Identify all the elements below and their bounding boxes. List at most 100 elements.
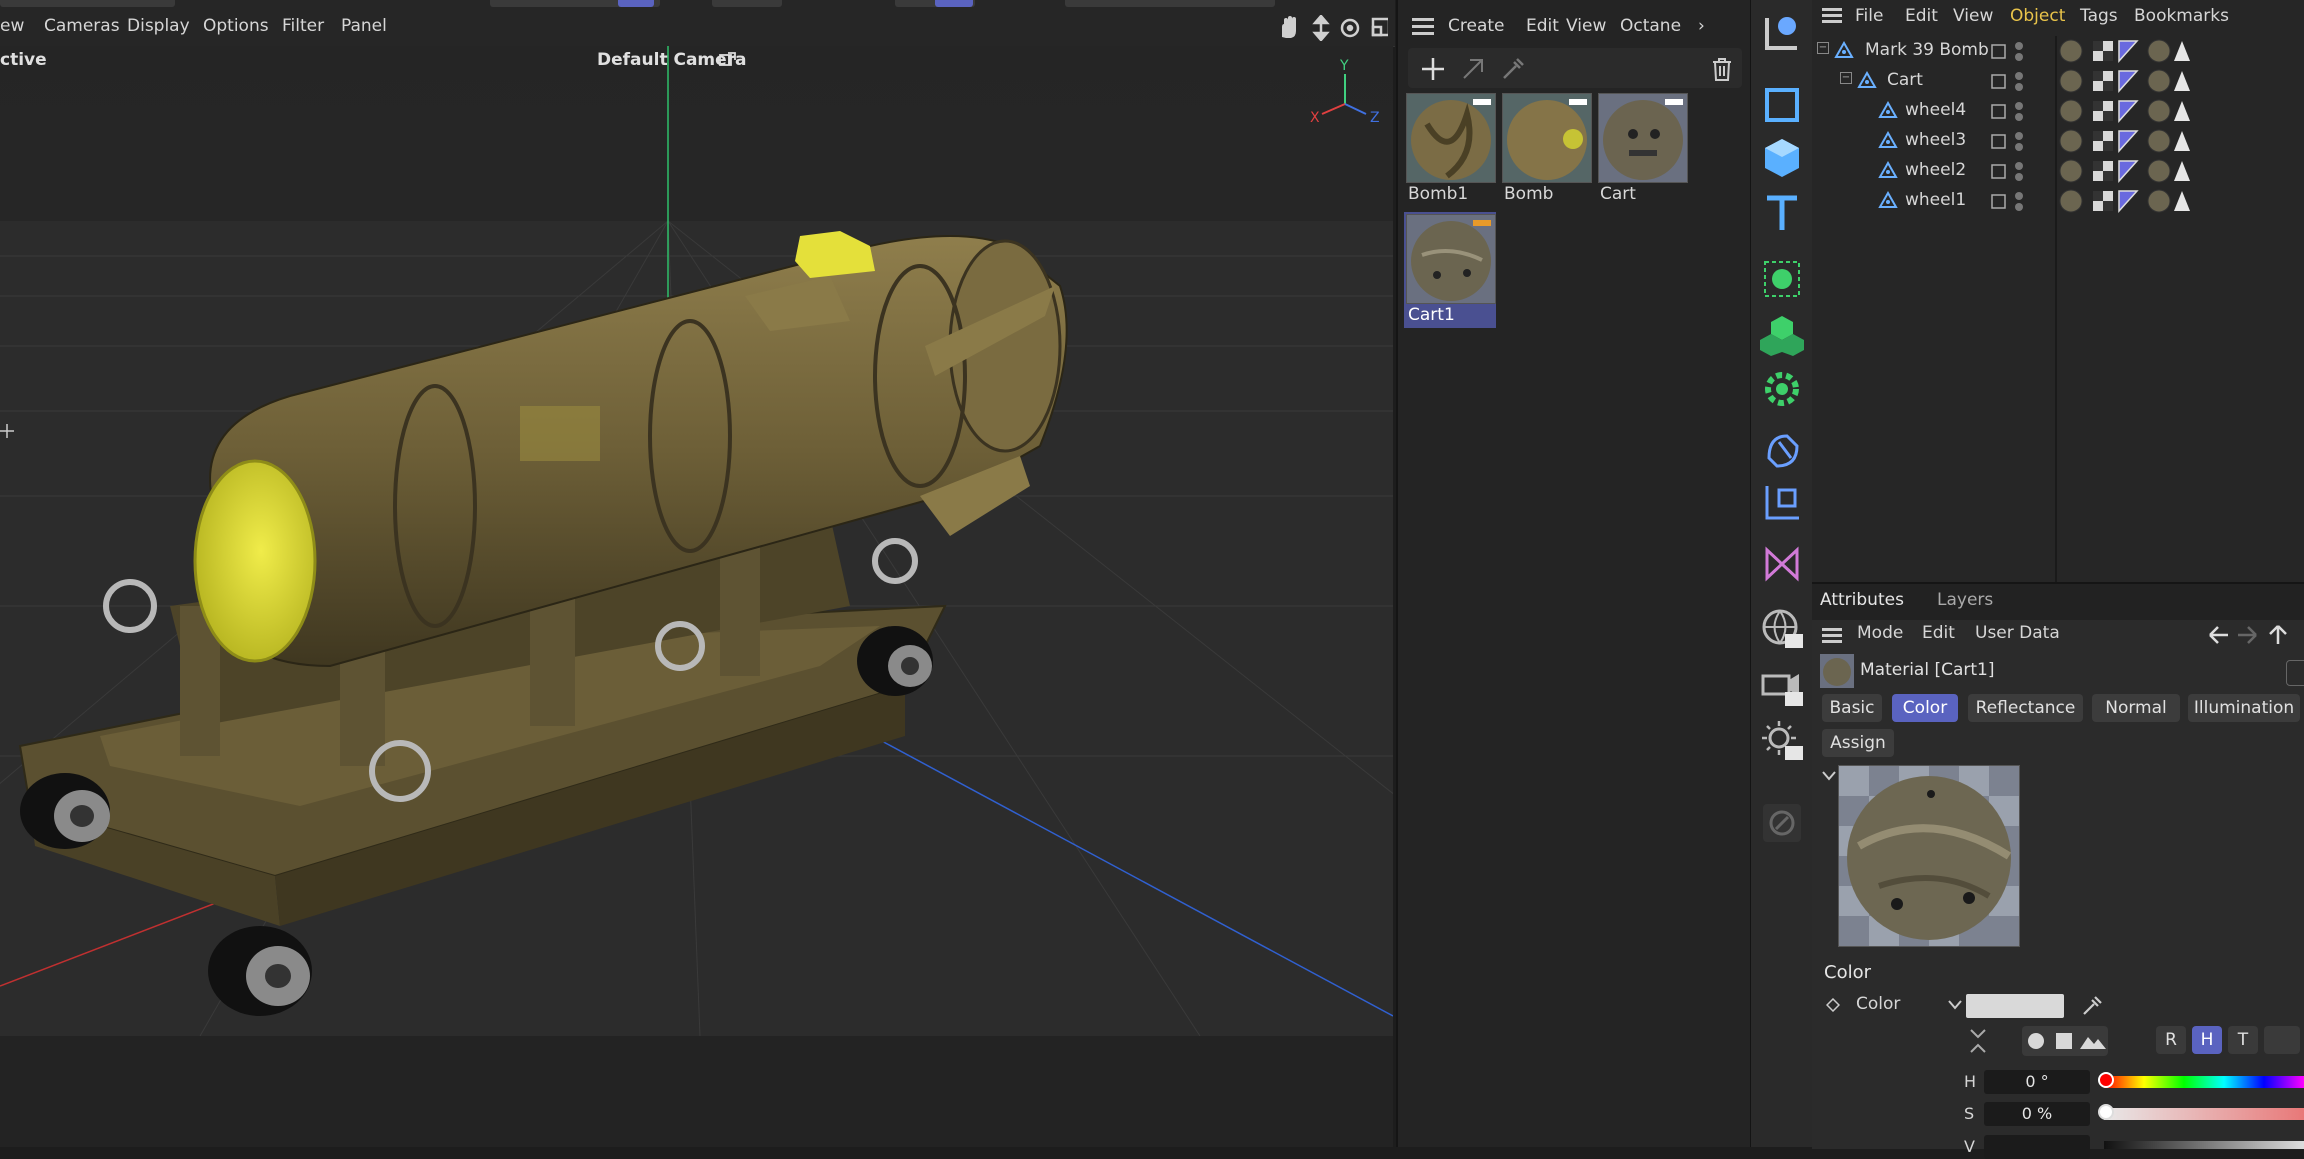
wheel-model[interactable]	[208, 926, 312, 1016]
cube-icon[interactable]	[1759, 135, 1805, 181]
uvw-tag-icon[interactable]	[2118, 100, 2139, 123]
matman-menu-create[interactable]: Create	[1448, 13, 1505, 39]
spectrum-mode-icon[interactable]	[2080, 1037, 2106, 1049]
tab-layers[interactable]: Layers	[1937, 590, 1993, 610]
phong-tag-icon[interactable]	[2174, 161, 2190, 181]
wheel-model[interactable]	[857, 626, 933, 696]
eyedropper-icon[interactable]	[1500, 56, 1526, 82]
editor-visibility-dot[interactable]	[2015, 42, 2023, 50]
keyframe-diamond-icon[interactable]	[1826, 998, 1840, 1012]
expand-collapse-icon[interactable]	[1968, 1026, 1988, 1056]
pan-icon[interactable]	[1282, 16, 1296, 38]
trash-icon[interactable]	[1710, 56, 1734, 82]
objman-menu-bookmarks[interactable]: Bookmarks	[2134, 3, 2229, 29]
material-tag-icon[interactable]	[2147, 189, 2171, 213]
material-tag-icon[interactable]	[2147, 159, 2171, 183]
render-visibility-dot[interactable]	[2015, 83, 2023, 91]
editor-visibility-dot[interactable]	[2015, 162, 2023, 170]
attr-menu-mode[interactable]: Mode	[1857, 623, 1903, 643]
render-visibility-dot[interactable]	[2015, 203, 2023, 211]
uvw-tag-icon[interactable]	[2118, 160, 2139, 183]
mode-button-more[interactable]	[2264, 1026, 2300, 1054]
wheel-model[interactable]	[20, 773, 110, 849]
objman-menu-view[interactable]: View	[1953, 3, 1993, 29]
attr-options-button[interactable]	[2286, 660, 2304, 686]
phong-tag-icon[interactable]	[2174, 71, 2190, 91]
deformer-icon[interactable]	[1759, 428, 1805, 474]
forward-arrow-icon[interactable]	[2238, 626, 2257, 644]
channel-tab-normal[interactable]: Normal	[2092, 694, 2180, 722]
channel-tab-reflectance[interactable]: Reflectance	[1968, 694, 2083, 722]
layer-checkbox[interactable]	[1991, 44, 2006, 59]
chevron-down-icon[interactable]	[1948, 1000, 1962, 1010]
objman-menu-file[interactable]: File	[1855, 3, 1883, 29]
uvw-tag-icon[interactable]	[2118, 130, 2139, 153]
hue-slider[interactable]	[2104, 1076, 2304, 1088]
menu-options[interactable]: Options	[203, 13, 269, 39]
rectangle-icon[interactable]	[1759, 82, 1805, 128]
matman-menu-more[interactable]: ›	[1698, 13, 1705, 39]
eyedropper-icon[interactable]	[2080, 994, 2104, 1018]
menu-display[interactable]: Display	[127, 13, 190, 39]
back-arrow-icon[interactable]	[2209, 626, 2228, 644]
editor-visibility-dot[interactable]	[2015, 72, 2023, 80]
editor-visibility-dot[interactable]	[2015, 192, 2023, 200]
tab-attributes[interactable]: Attributes	[1820, 590, 1904, 610]
coordinate-system-icon[interactable]	[1759, 10, 1805, 56]
editor-visibility-dot[interactable]	[2015, 132, 2023, 140]
camera-st-icon[interactable]	[1759, 664, 1805, 710]
channel-tab-color[interactable]: Color	[1892, 694, 1958, 722]
layer-checkbox[interactable]	[1991, 194, 2006, 209]
material-tag-icon[interactable]	[2059, 189, 2083, 213]
matman-menu-octane[interactable]: Octane	[1620, 13, 1681, 39]
viewport-scene[interactable]	[0, 46, 1393, 1036]
material-preview-large[interactable]	[1838, 765, 2020, 947]
material-tag-icon[interactable]	[2059, 69, 2083, 93]
camera-link-icon[interactable]	[718, 51, 738, 69]
menu-panel[interactable]: Panel	[341, 13, 387, 39]
material-thumb-bomb[interactable]	[1502, 93, 1592, 183]
material-tag-icon[interactable]	[2147, 69, 2171, 93]
spline-icon[interactable]	[1759, 540, 1805, 586]
hamburger-icon[interactable]	[1412, 17, 1436, 37]
layer-checkbox[interactable]	[1991, 74, 2006, 89]
gear-icon[interactable]	[1759, 366, 1805, 412]
saturation-slider-handle[interactable]	[2098, 1104, 2114, 1120]
menu-filter[interactable]: Filter	[282, 13, 324, 39]
material-thumb-bomb1[interactable]	[1406, 93, 1496, 183]
channel-tab-basic[interactable]: Basic	[1822, 694, 1882, 722]
chevron-down-icon[interactable]	[1822, 770, 1836, 782]
up-arrow-icon[interactable]	[2269, 625, 2287, 644]
cloner-icon[interactable]	[1759, 312, 1805, 358]
subdivision-icon[interactable]	[1759, 256, 1805, 302]
color-swatch[interactable]	[1966, 994, 2064, 1018]
material-tag-icon[interactable]	[2147, 129, 2171, 153]
hamburger-icon[interactable]	[1822, 627, 1844, 645]
phong-tag-icon[interactable]	[2174, 41, 2190, 61]
objman-menu-edit[interactable]: Edit	[1905, 3, 1938, 29]
value-input[interactable]	[1984, 1135, 2090, 1159]
saturation-input[interactable]: 0 %	[1984, 1102, 2090, 1126]
mode-button-r[interactable]: R	[2156, 1026, 2186, 1054]
light-st-icon[interactable]	[1759, 718, 1805, 764]
hamburger-icon[interactable]	[1822, 7, 1844, 25]
assign-tab[interactable]: Assign	[1822, 729, 1894, 757]
material-tag-icon[interactable]	[2059, 129, 2083, 153]
uvw-tag-icon[interactable]	[2118, 70, 2139, 93]
render-visibility-dot[interactable]	[2015, 113, 2023, 121]
matman-menu-view[interactable]: View	[1566, 13, 1606, 39]
layer-checkbox[interactable]	[1991, 104, 2006, 119]
material-tag-icon[interactable]	[2059, 99, 2083, 123]
value-slider[interactable]	[2104, 1141, 2304, 1149]
material-tag-icon[interactable]	[2059, 159, 2083, 183]
attr-menu-user-data[interactable]: User Data	[1975, 623, 2060, 643]
move-handle-icon[interactable]	[0, 424, 14, 438]
rotate-icon[interactable]	[1340, 18, 1360, 38]
maximize-icon[interactable]	[1371, 17, 1388, 37]
layer-checkbox[interactable]	[1991, 134, 2006, 149]
phong-tag-icon[interactable]	[2174, 191, 2190, 211]
phong-tag-icon[interactable]	[2174, 131, 2190, 151]
field-icon[interactable]	[1759, 480, 1805, 526]
matman-menu-edit[interactable]: Edit	[1526, 13, 1559, 39]
material-thumb-cart1[interactable]	[1406, 214, 1496, 304]
